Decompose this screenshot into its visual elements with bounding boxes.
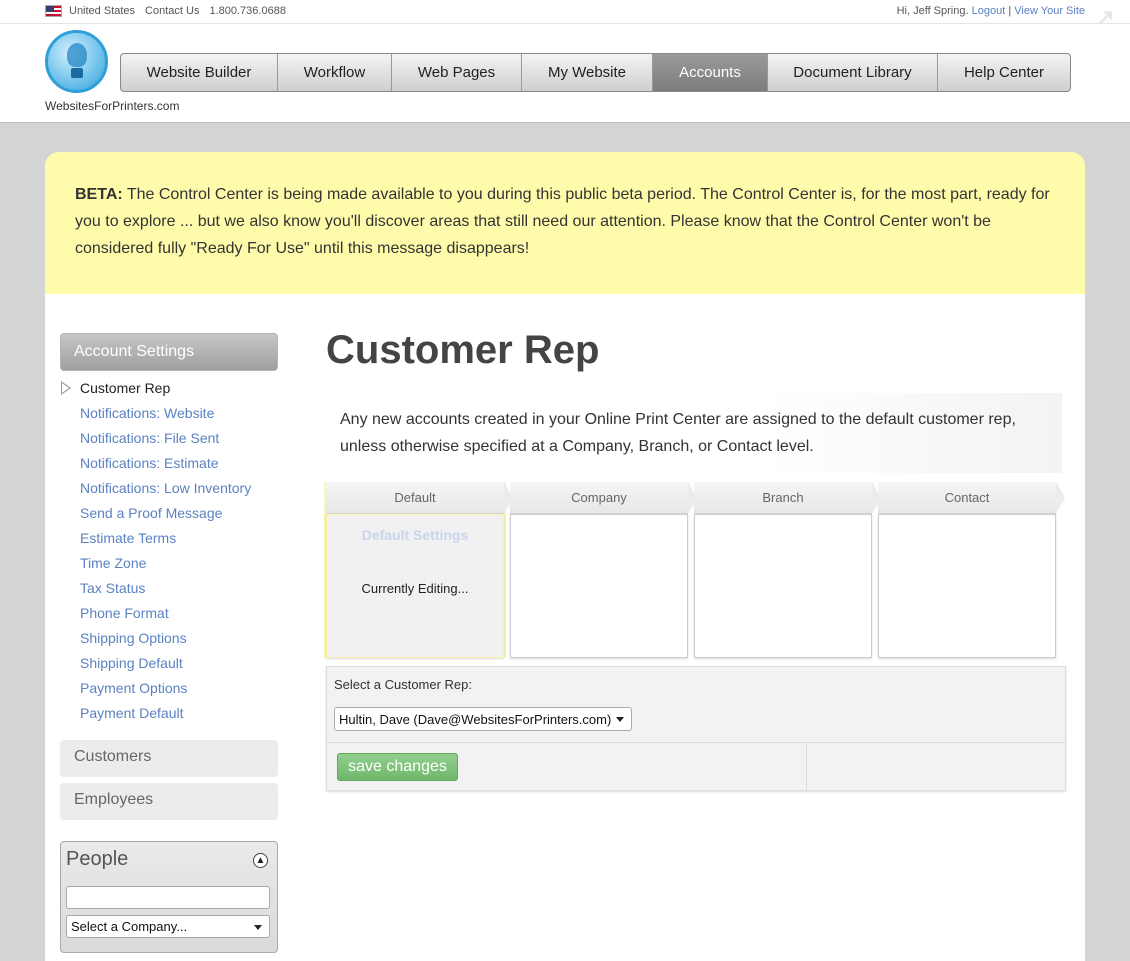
step-label: Default [326, 482, 513, 514]
contact-us-link[interactable]: Contact Us [145, 5, 199, 17]
sidebar-item-shipping-default[interactable]: Shipping Default [60, 651, 278, 676]
bulb-shape [67, 43, 87, 67]
sidebar-item-payment-options[interactable]: Payment Options [60, 676, 278, 701]
form-vertical-divider [806, 742, 807, 792]
step-default[interactable]: Default Default Settings Currently Editi… [326, 482, 513, 658]
step-body [878, 514, 1056, 658]
default-settings-title: Default Settings [361, 527, 469, 543]
page-title: Customer Rep [326, 328, 600, 372]
company-select-value: Select a Company... [71, 919, 188, 934]
nav-website-builder[interactable]: Website Builder [121, 54, 278, 91]
nav-accounts[interactable]: Accounts [653, 54, 768, 91]
nav-web-pages[interactable]: Web Pages [392, 54, 522, 91]
bulb-base [71, 68, 83, 78]
level-steps: Default Default Settings Currently Editi… [326, 482, 1065, 658]
sidebar-item-estimate-terms[interactable]: Estimate Terms [60, 526, 278, 551]
nav-help-center[interactable]: Help Center [938, 54, 1070, 91]
form-divider [327, 742, 1065, 743]
user-links: Hi, Jeff Spring. Logout | View Your Site [897, 5, 1085, 17]
settings-list: Customer Rep Notifications: Website Noti… [60, 376, 278, 726]
customer-rep-select[interactable]: Hultin, Dave (Dave@WebsitesForPrinters.c… [334, 707, 632, 731]
sidebar-item-phone-format[interactable]: Phone Format [60, 601, 278, 626]
step-branch[interactable]: Branch [694, 482, 881, 658]
sidebar-item-notifications-low-inventory[interactable]: Notifications: Low Inventory [60, 476, 278, 501]
step-body [694, 514, 872, 658]
sidebar-item-label: Customer Rep [80, 380, 171, 396]
beta-message: The Control Center is being made availab… [75, 186, 1050, 257]
lightbulb-logo-icon[interactable] [45, 30, 108, 93]
step-label: Branch [694, 482, 881, 514]
employees-section-button[interactable]: Employees [60, 783, 278, 820]
rep-select-label: Select a Customer Rep: [334, 677, 473, 692]
sidebar-item-payment-default[interactable]: Payment Default [60, 701, 278, 726]
collapse-up-icon[interactable]: ▲ [253, 853, 268, 868]
current-arrow-icon [61, 381, 71, 395]
us-flag-icon [45, 5, 62, 17]
save-changes-button[interactable]: save changes [337, 753, 458, 781]
main-panel: BETA: The Control Center is being made a… [45, 152, 1085, 961]
rep-select-value: Hultin, Dave (Dave@WebsitesForPrinters.c… [339, 712, 612, 727]
logout-link[interactable]: Logout [972, 5, 1006, 17]
people-title: People [66, 848, 129, 870]
sidebar-item-customer-rep[interactable]: Customer Rep [60, 376, 278, 401]
beta-notice: BETA: The Control Center is being made a… [45, 152, 1085, 294]
company-select[interactable]: Select a Company... [66, 915, 270, 938]
sidebar-item-time-zone[interactable]: Time Zone [60, 551, 278, 576]
user-greeting: Hi, Jeff Spring. [896, 5, 969, 17]
sidebar-item-shipping-options[interactable]: Shipping Options [60, 626, 278, 651]
editing-status: Currently Editing... [361, 581, 469, 596]
nav-document-library[interactable]: Document Library [768, 54, 938, 91]
country-label[interactable]: United States [69, 5, 135, 17]
step-company[interactable]: Company [510, 482, 697, 658]
brand-name: WebsitesForPrinters.com [45, 99, 180, 113]
beta-prefix: BETA: [75, 186, 123, 203]
people-widget: People ▲ Select a Company... [60, 841, 278, 953]
main-nav: Website Builder Workflow Web Pages My We… [120, 53, 1071, 92]
nav-workflow[interactable]: Workflow [278, 54, 392, 91]
link-separator: | [1008, 5, 1012, 17]
customers-section-button[interactable]: Customers [60, 740, 278, 777]
view-site-link[interactable]: View Your Site [1014, 5, 1085, 17]
phone-number: 1.800.736.0688 [209, 5, 286, 17]
sidebar-item-tax-status[interactable]: Tax Status [60, 576, 278, 601]
step-contact[interactable]: Contact [878, 482, 1065, 658]
account-settings-header[interactable]: Account Settings [60, 333, 278, 371]
utility-bar: United States Contact Us 1.800.736.0688 … [0, 0, 1130, 34]
step-label: Contact [878, 482, 1065, 514]
header: WebsitesForPrinters.com Website Builder … [0, 24, 1130, 123]
nav-my-website[interactable]: My Website [522, 54, 653, 91]
intro-text: Any new accounts created in your Online … [326, 393, 1062, 473]
step-body: Default Settings Currently Editing... [326, 514, 504, 658]
people-search-input[interactable] [66, 886, 270, 909]
customer-rep-form: Select a Customer Rep: Hultin, Dave (Dav… [326, 666, 1066, 792]
sidebar-item-notifications-estimate[interactable]: Notifications: Estimate [60, 451, 278, 476]
sidebar-item-send-proof-message[interactable]: Send a Proof Message [60, 501, 278, 526]
step-body [510, 514, 688, 658]
utility-left: United States Contact Us 1.800.736.0688 [45, 5, 296, 17]
step-label: Company [510, 482, 697, 514]
sidebar-item-notifications-website[interactable]: Notifications: Website [60, 401, 278, 426]
sidebar-item-notifications-file-sent[interactable]: Notifications: File Sent [60, 426, 278, 451]
chevron-down-icon [254, 925, 262, 930]
chevron-down-icon [616, 717, 624, 722]
